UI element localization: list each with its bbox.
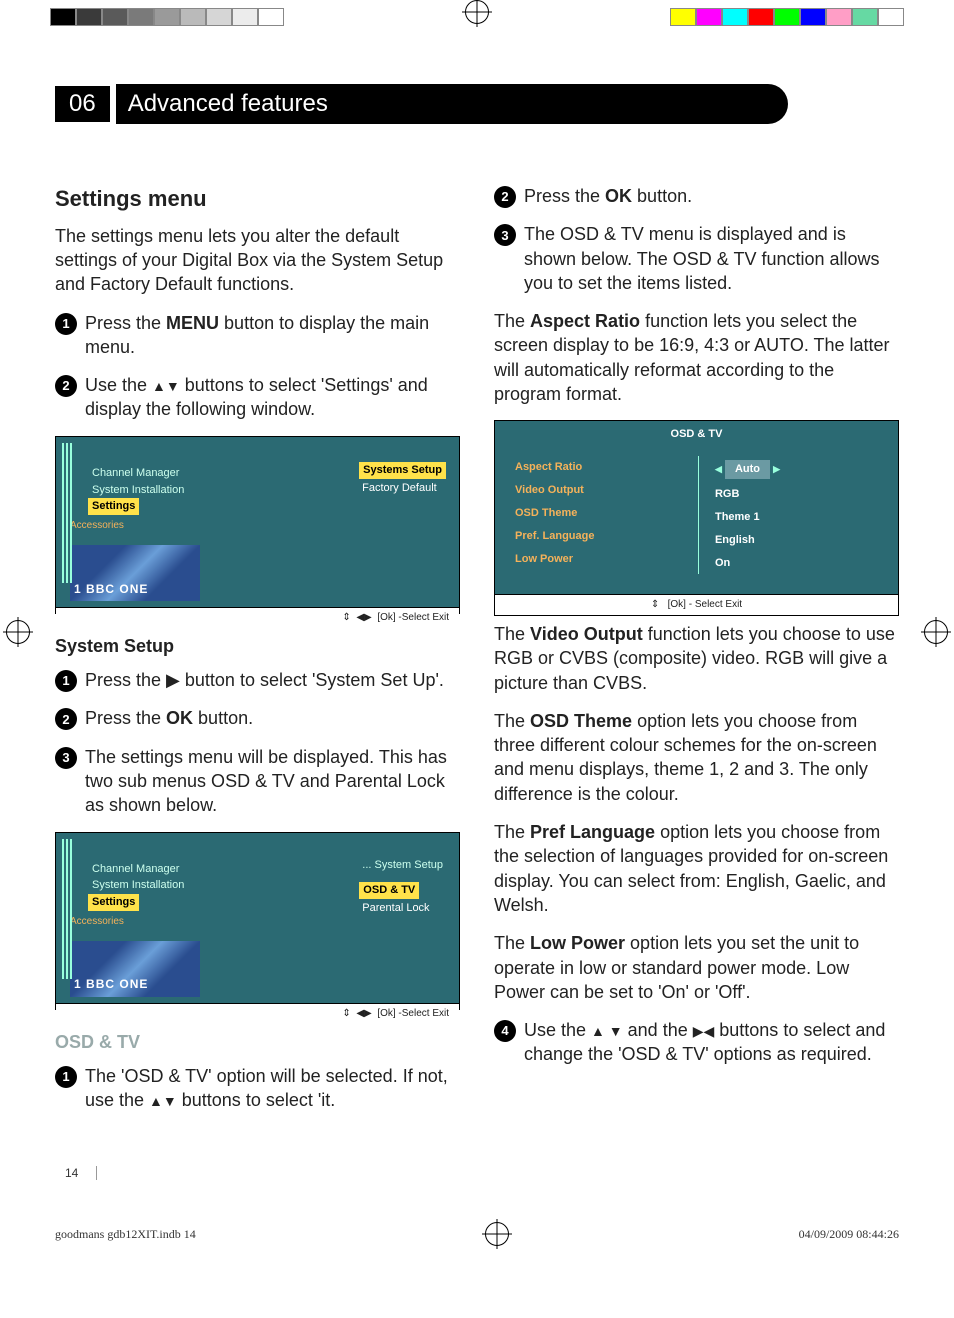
- osd-label: Low Power: [515, 548, 682, 571]
- page-number: 14: [55, 1166, 97, 1180]
- print-footer: goodmans gdb12XIT.indb 14 04/09/2009 08:…: [0, 1222, 954, 1266]
- chapter-title: Advanced features: [116, 84, 788, 124]
- greyscale-bar: [50, 8, 284, 24]
- step-1: 1 Press the ▶ button to select 'System S…: [55, 668, 460, 692]
- chapter-header: 06 Advanced features: [55, 84, 899, 124]
- step-2: 2 Use the ▲▼ buttons to select 'Settings…: [55, 373, 460, 422]
- channel-preview: 1 BBC ONE: [70, 941, 200, 997]
- up-down-icon: ▲ ▼: [591, 1023, 623, 1039]
- screenshot-footer: ⇕ [Ok] - Select Exit: [495, 594, 898, 615]
- step-bullet: 4: [494, 1020, 516, 1042]
- menu-item: Accessories: [70, 915, 451, 929]
- submenu-item: OSD & TV: [358, 881, 420, 900]
- submenu-item: Systems Setup: [358, 461, 447, 480]
- menu-item-selected: Settings: [88, 498, 139, 515]
- right-arrow-icon: ▶: [166, 670, 180, 690]
- video-output-text: The Video Output function lets you choos…: [494, 622, 899, 695]
- heading-osd-tv: OSD & TV: [55, 1030, 460, 1054]
- registration-mark-icon: [485, 1222, 509, 1246]
- submenu-item: Parental Lock: [358, 900, 447, 917]
- step-bullet: 2: [55, 708, 77, 730]
- step-1: 1 The 'OSD & TV' option will be selected…: [55, 1064, 460, 1113]
- print-registration-strip: [0, 0, 954, 24]
- color-bar: [670, 8, 904, 24]
- left-column: Settings menu The settings menu lets you…: [55, 184, 460, 1126]
- osd-label: Aspect Ratio: [515, 456, 682, 479]
- menu-item: Accessories: [70, 519, 451, 533]
- step-2: 2 Press the OK button.: [494, 184, 899, 208]
- step-3: 3 The OSD & TV menu is displayed and is …: [494, 222, 899, 295]
- right-arrow-icon: ▶: [773, 464, 780, 474]
- step-bullet: 3: [55, 747, 77, 769]
- step-bullet: 1: [55, 670, 77, 692]
- screenshot-footer: ⇕ ◀▶ [Ok] -Select Exit: [56, 1003, 459, 1024]
- breadcrumb: ... System Setup: [358, 857, 447, 874]
- screenshot-title: OSD & TV: [495, 421, 898, 448]
- osd-value: English: [715, 529, 878, 552]
- up-down-icon: ⇕: [651, 599, 659, 610]
- osd-value: RGB: [715, 483, 878, 506]
- submenu-item: Factory Default: [358, 480, 447, 497]
- osd-label: Video Output: [515, 479, 682, 502]
- chapter-number: 06: [55, 86, 110, 122]
- osd-value: On: [715, 552, 878, 575]
- step-bullet: 1: [55, 1066, 77, 1088]
- step-bullet: 3: [494, 224, 516, 246]
- up-down-icon: ▲▼: [152, 378, 180, 394]
- screenshot-osd-tv-menu: OSD & TV Aspect Ratio Video Output OSD T…: [494, 420, 899, 616]
- screenshot-footer: ⇕ ◀▶ [Ok] -Select Exit: [56, 607, 459, 628]
- left-arrow-icon: ◀: [715, 464, 722, 474]
- osd-label: OSD Theme: [515, 502, 682, 525]
- intro-text: The settings menu lets you alter the def…: [55, 224, 460, 297]
- heading-system-setup: System Setup: [55, 634, 460, 658]
- menu-item-selected: Settings: [88, 894, 139, 911]
- screenshot-system-setup: Channel Manager System Installation Sett…: [55, 832, 460, 1010]
- step-bullet: 2: [494, 186, 516, 208]
- osd-value-selected: Auto: [725, 460, 770, 479]
- right-column: 2 Press the OK button. 3 The OSD & TV me…: [494, 184, 899, 1126]
- pref-language-text: The Pref Language option lets you choose…: [494, 820, 899, 917]
- footer-file: goodmans gdb12XIT.indb 14: [55, 1227, 196, 1242]
- left-right-icon: ◀▶: [356, 1008, 371, 1019]
- registration-mark-icon: [6, 620, 30, 644]
- step-bullet: 2: [55, 375, 77, 397]
- step-4: 4 Use the ▲ ▼ and the ▶◀ buttons to sele…: [494, 1018, 899, 1067]
- up-down-icon: ⇕: [342, 1008, 350, 1019]
- low-power-text: The Low Power option lets you set the un…: [494, 931, 899, 1004]
- step-3: 3 The settings menu will be displayed. T…: [55, 745, 460, 818]
- registration-mark-icon: [465, 0, 489, 24]
- left-right-icon: ◀▶: [356, 612, 371, 623]
- osd-value: Theme 1: [715, 506, 878, 529]
- channel-preview: 1 BBC ONE: [70, 545, 200, 601]
- footer-date: 04/09/2009 08:44:26: [799, 1227, 899, 1242]
- up-down-icon: ⇕: [342, 612, 350, 623]
- left-right-icon: ▶◀: [693, 1023, 715, 1039]
- osd-theme-text: The OSD Theme option lets you choose fro…: [494, 709, 899, 806]
- up-down-icon: ▲▼: [149, 1093, 177, 1109]
- osd-label: Pref. Language: [515, 525, 682, 548]
- step-2: 2 Press the OK button.: [55, 706, 460, 730]
- step-bullet: 1: [55, 313, 77, 335]
- aspect-ratio-text: The Aspect Ratio function lets you selec…: [494, 309, 899, 406]
- heading-settings-menu: Settings menu: [55, 184, 460, 214]
- registration-mark-icon: [924, 620, 948, 644]
- screenshot-settings-menu: Channel Manager System Installation Sett…: [55, 436, 460, 614]
- step-1: 1 Press the MENU button to display the m…: [55, 311, 460, 360]
